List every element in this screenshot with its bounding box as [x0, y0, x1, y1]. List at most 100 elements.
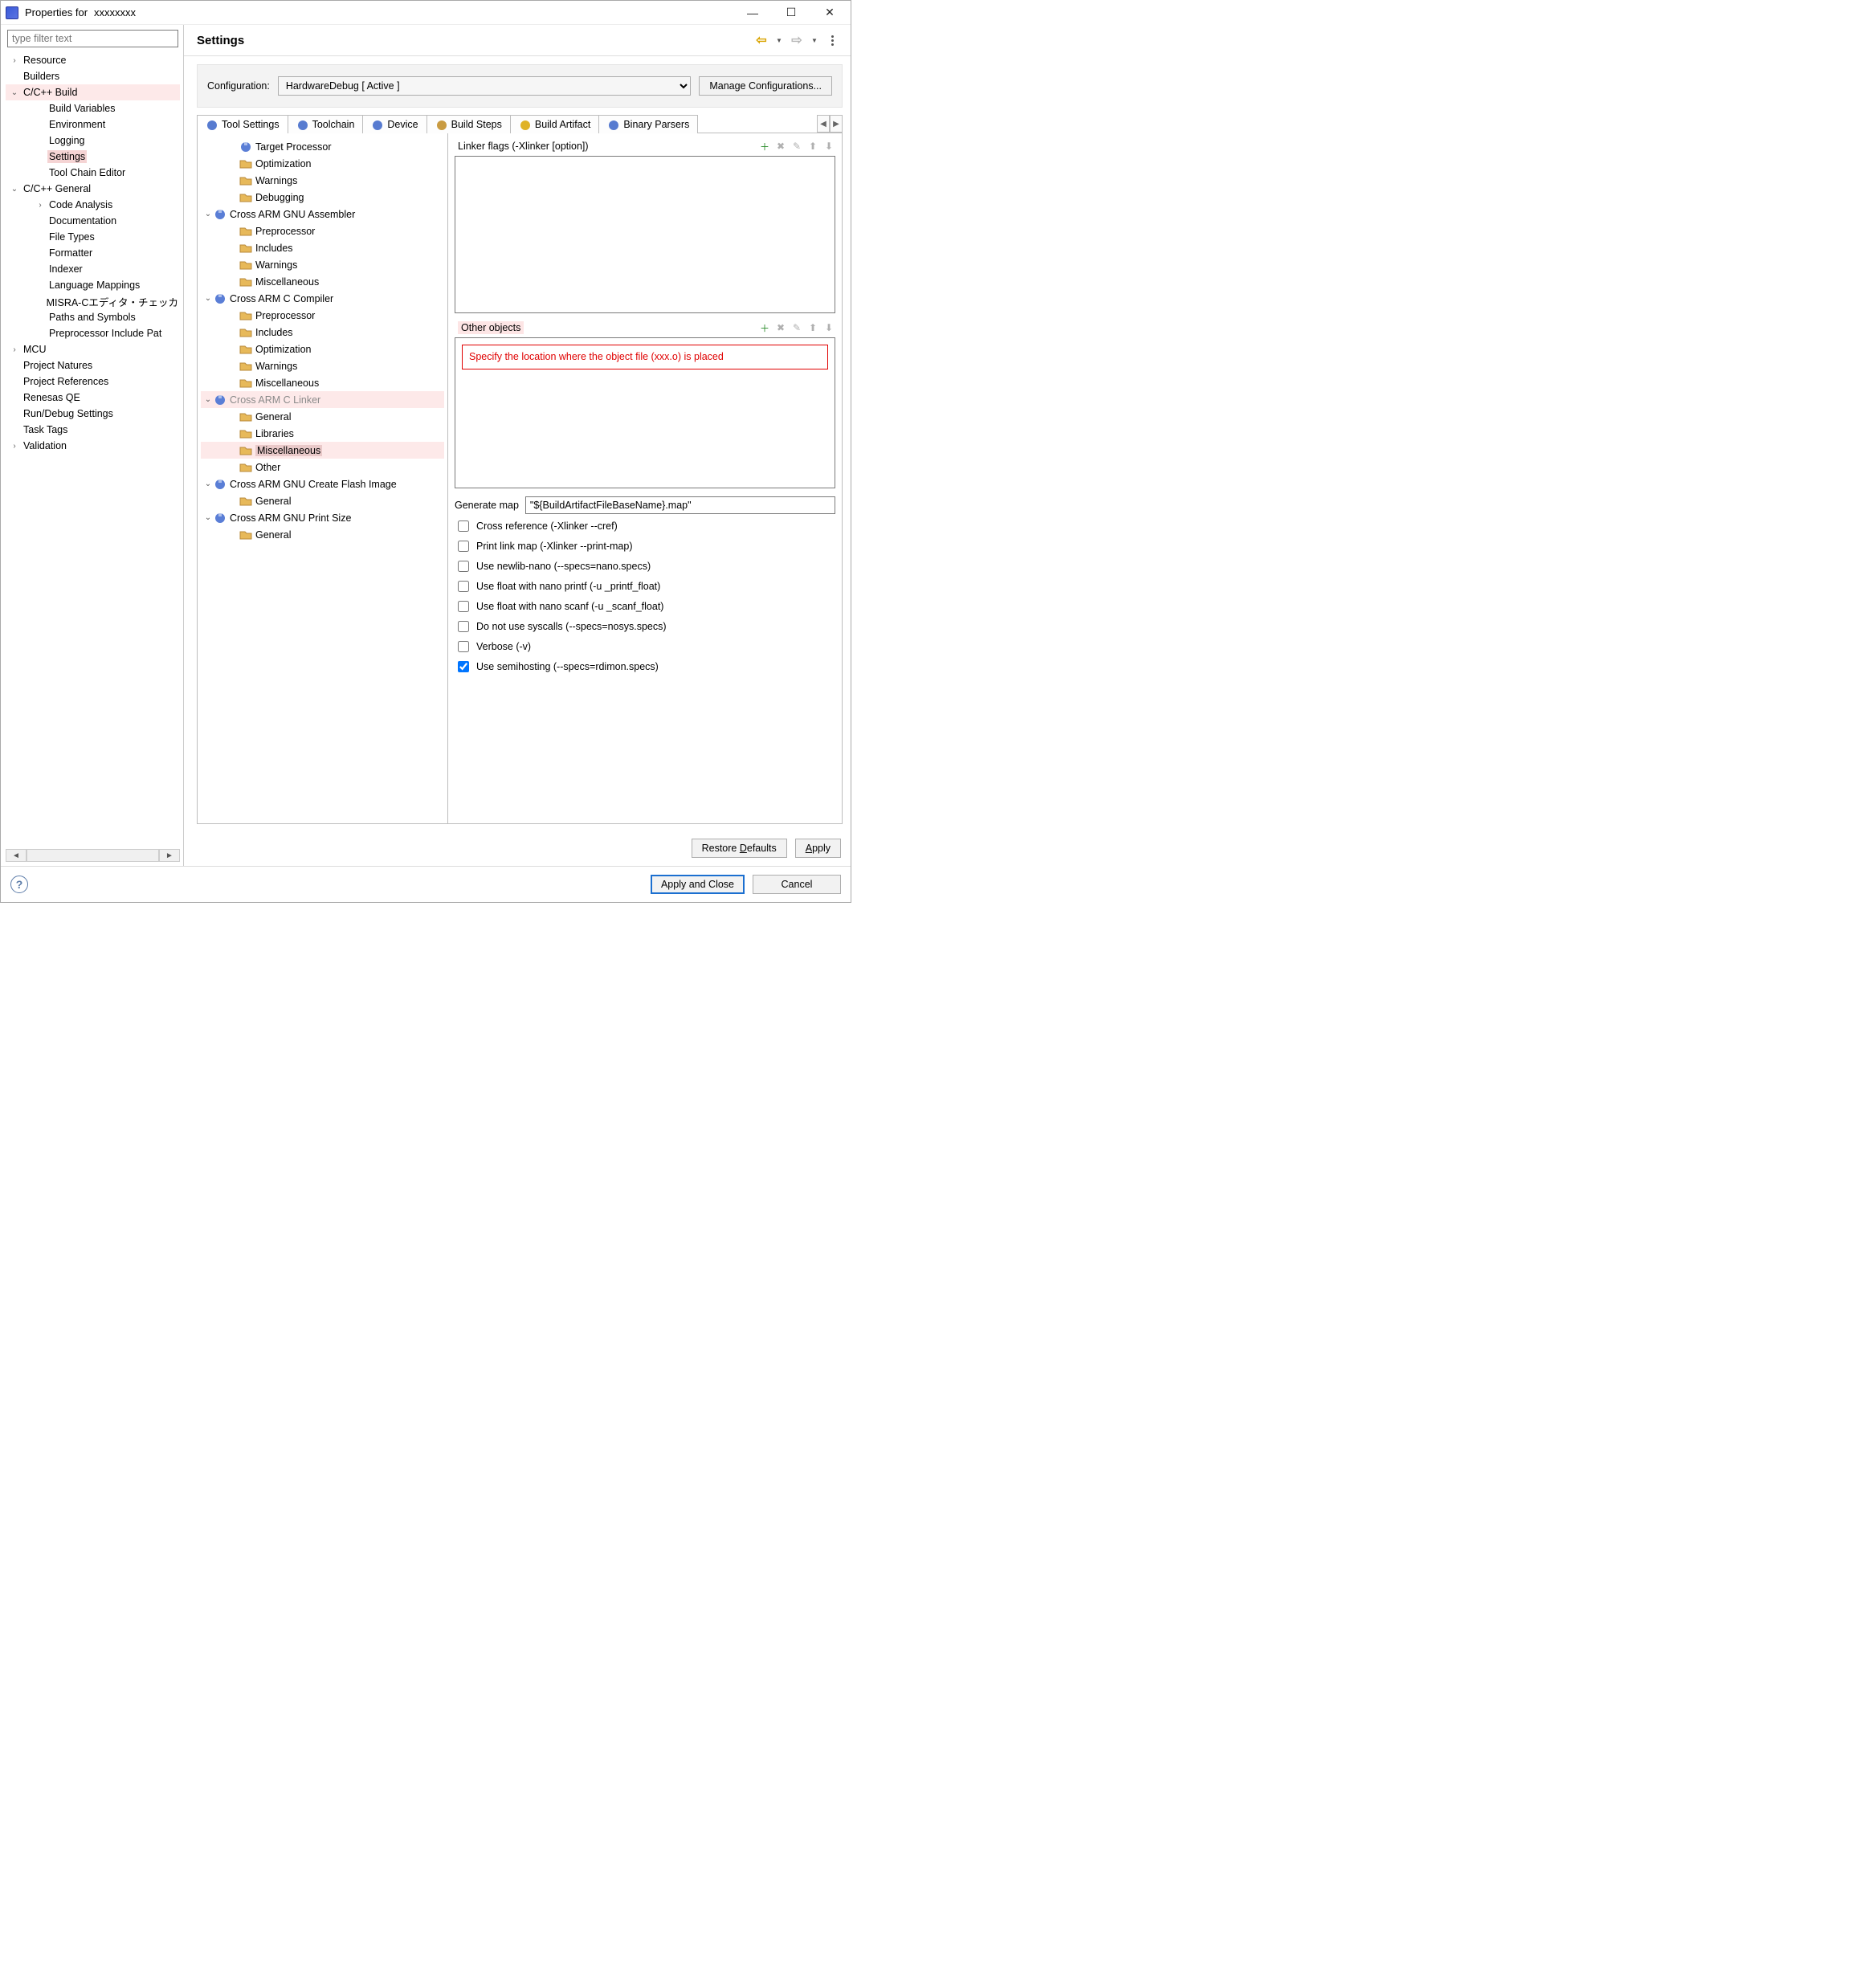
- expand-arrow-icon[interactable]: ⌄: [9, 87, 20, 98]
- add-icon[interactable]: ＋: [758, 140, 771, 153]
- tab-binary-parsers[interactable]: Binary Parsers: [598, 115, 698, 133]
- tab-device[interactable]: Device: [362, 115, 426, 133]
- edit-icon[interactable]: ✎: [790, 321, 803, 334]
- nav-item-language-mappings[interactable]: Language Mappings: [6, 277, 180, 293]
- checkbox-input[interactable]: [458, 581, 469, 592]
- expand-arrow-icon[interactable]: ›: [35, 199, 46, 210]
- tabs-scroll-right-button[interactable]: ▶: [830, 115, 843, 133]
- tool-item-target-processor[interactable]: Target Processor: [201, 138, 444, 155]
- tab-build-artifact[interactable]: Build Artifact: [510, 115, 599, 133]
- tool-item-includes[interactable]: Includes: [201, 239, 444, 256]
- help-icon[interactable]: ?: [10, 876, 28, 893]
- tool-item-other[interactable]: Other: [201, 459, 444, 476]
- expand-arrow-icon[interactable]: ›: [9, 344, 20, 355]
- nav-forward-menu[interactable]: ▼: [807, 33, 822, 47]
- move-up-icon[interactable]: ⬆: [806, 140, 819, 153]
- expand-arrow-icon[interactable]: ›: [9, 55, 20, 66]
- expand-arrow-icon[interactable]: ⌄: [9, 183, 20, 194]
- tool-item-debugging[interactable]: Debugging: [201, 189, 444, 206]
- nav-item-settings[interactable]: Settings: [6, 149, 180, 165]
- checkbox-3[interactable]: Use float with nano printf (-u _printf_f…: [455, 578, 835, 594]
- scroll-right-button[interactable]: ►: [159, 849, 180, 862]
- nav-item-formatter[interactable]: Formatter: [6, 245, 180, 261]
- checkbox-2[interactable]: Use newlib-nano (--specs=nano.specs): [455, 558, 835, 574]
- checkbox-5[interactable]: Do not use syscalls (--specs=nosys.specs…: [455, 618, 835, 635]
- nav-item-run-debug-settings[interactable]: Run/Debug Settings: [6, 406, 180, 422]
- nav-item-misra-c-[interactable]: MISRA-Cエディタ・チェッカ: [6, 293, 180, 309]
- tool-settings-tree[interactable]: Target ProcessorOptimizationWarningsDebu…: [198, 133, 448, 823]
- tool-item-general[interactable]: General: [201, 408, 444, 425]
- tab-toolchain[interactable]: Toolchain: [288, 115, 364, 133]
- nav-item-file-types[interactable]: File Types: [6, 229, 180, 245]
- tool-item-miscellaneous[interactable]: Miscellaneous: [201, 442, 444, 459]
- tool-item-cross-arm-gnu-print-size[interactable]: ⌄Cross ARM GNU Print Size: [201, 509, 444, 526]
- nav-item-renesas-qe[interactable]: Renesas QE: [6, 390, 180, 406]
- checkbox-6[interactable]: Verbose (-v): [455, 639, 835, 655]
- checkbox-input[interactable]: [458, 621, 469, 632]
- linker-flags-list[interactable]: [455, 156, 835, 313]
- expand-arrow-icon[interactable]: ⌄: [202, 480, 214, 488]
- apply-button[interactable]: Apply: [795, 839, 841, 858]
- tabs-scroll-left-button[interactable]: ◀: [817, 115, 830, 133]
- nav-item-c-c-general[interactable]: ⌄C/C++ General: [6, 181, 180, 197]
- move-down-icon[interactable]: ⬇: [822, 140, 835, 153]
- other-objects-list[interactable]: Specify the location where the object fi…: [455, 337, 835, 488]
- move-down-icon[interactable]: ⬇: [822, 321, 835, 334]
- view-menu-button[interactable]: [825, 33, 839, 47]
- tool-item-includes[interactable]: Includes: [201, 324, 444, 341]
- nav-item-c-c-build[interactable]: ⌄C/C++ Build: [6, 84, 180, 100]
- checkbox-input[interactable]: [458, 520, 469, 532]
- tool-item-general[interactable]: General: [201, 492, 444, 509]
- nav-tree[interactable]: ›ResourceBuilders⌄C/C++ BuildBuild Varia…: [6, 52, 180, 848]
- restore-defaults-button[interactable]: Restore Defaults: [692, 839, 787, 858]
- tool-item-preprocessor[interactable]: Preprocessor: [201, 307, 444, 324]
- nav-item-indexer[interactable]: Indexer: [6, 261, 180, 277]
- horizontal-scrollbar[interactable]: ◄ ►: [6, 848, 180, 863]
- nav-item-validation[interactable]: ›Validation: [6, 438, 180, 454]
- checkbox-4[interactable]: Use float with nano scanf (-u _scanf_flo…: [455, 598, 835, 614]
- nav-forward-button[interactable]: ⇨: [790, 33, 804, 47]
- edit-icon[interactable]: ✎: [790, 140, 803, 153]
- expand-arrow-icon[interactable]: ⌄: [202, 395, 214, 404]
- nav-item-builders[interactable]: Builders: [6, 68, 180, 84]
- expand-arrow-icon[interactable]: ›: [9, 440, 20, 451]
- tab-tool-settings[interactable]: Tool Settings: [197, 115, 288, 133]
- nav-item-code-analysis[interactable]: ›Code Analysis: [6, 197, 180, 213]
- checkbox-7[interactable]: Use semihosting (--specs=rdimon.specs): [455, 659, 835, 675]
- expand-arrow-icon[interactable]: ⌄: [202, 513, 214, 522]
- manage-configurations-button[interactable]: Manage Configurations...: [699, 76, 832, 96]
- add-icon[interactable]: ＋: [758, 321, 771, 334]
- checkbox-input[interactable]: [458, 641, 469, 652]
- tool-item-optimization[interactable]: Optimization: [201, 155, 444, 172]
- tool-item-warnings[interactable]: Warnings: [201, 172, 444, 189]
- move-up-icon[interactable]: ⬆: [806, 321, 819, 334]
- tool-item-libraries[interactable]: Libraries: [201, 425, 444, 442]
- checkbox-input[interactable]: [458, 541, 469, 552]
- nav-item-resource[interactable]: ›Resource: [6, 52, 180, 68]
- tool-item-cross-arm-gnu-create-flash-image[interactable]: ⌄Cross ARM GNU Create Flash Image: [201, 476, 444, 492]
- nav-item-paths-and-symbols[interactable]: Paths and Symbols: [6, 309, 180, 325]
- tool-item-miscellaneous[interactable]: Miscellaneous: [201, 273, 444, 290]
- delete-icon[interactable]: ✖: [774, 321, 787, 334]
- checkbox-input[interactable]: [458, 601, 469, 612]
- nav-item-tool-chain-editor[interactable]: Tool Chain Editor: [6, 165, 180, 181]
- cancel-button[interactable]: Cancel: [753, 875, 841, 894]
- checkbox-1[interactable]: Print link map (-Xlinker --print-map): [455, 538, 835, 554]
- checkbox-input[interactable]: [458, 661, 469, 672]
- expand-arrow-icon[interactable]: ⌄: [202, 210, 214, 218]
- tool-item-general[interactable]: General: [201, 526, 444, 543]
- nav-back-button[interactable]: ⇦: [754, 33, 769, 47]
- generate-map-input[interactable]: [525, 496, 835, 514]
- nav-item-project-references[interactable]: Project References: [6, 374, 180, 390]
- scroll-track[interactable]: [27, 849, 159, 862]
- window-close-button[interactable]: ✕: [814, 2, 846, 24]
- tool-item-cross-arm-c-compiler[interactable]: ⌄Cross ARM C Compiler: [201, 290, 444, 307]
- delete-icon[interactable]: ✖: [774, 140, 787, 153]
- window-maximize-button[interactable]: ☐: [775, 2, 807, 24]
- nav-item-project-natures[interactable]: Project Natures: [6, 357, 180, 374]
- expand-arrow-icon[interactable]: ⌄: [202, 294, 214, 303]
- checkbox-0[interactable]: Cross reference (-Xlinker --cref): [455, 518, 835, 534]
- tool-item-preprocessor[interactable]: Preprocessor: [201, 222, 444, 239]
- nav-item-logging[interactable]: Logging: [6, 133, 180, 149]
- window-minimize-button[interactable]: —: [737, 2, 769, 24]
